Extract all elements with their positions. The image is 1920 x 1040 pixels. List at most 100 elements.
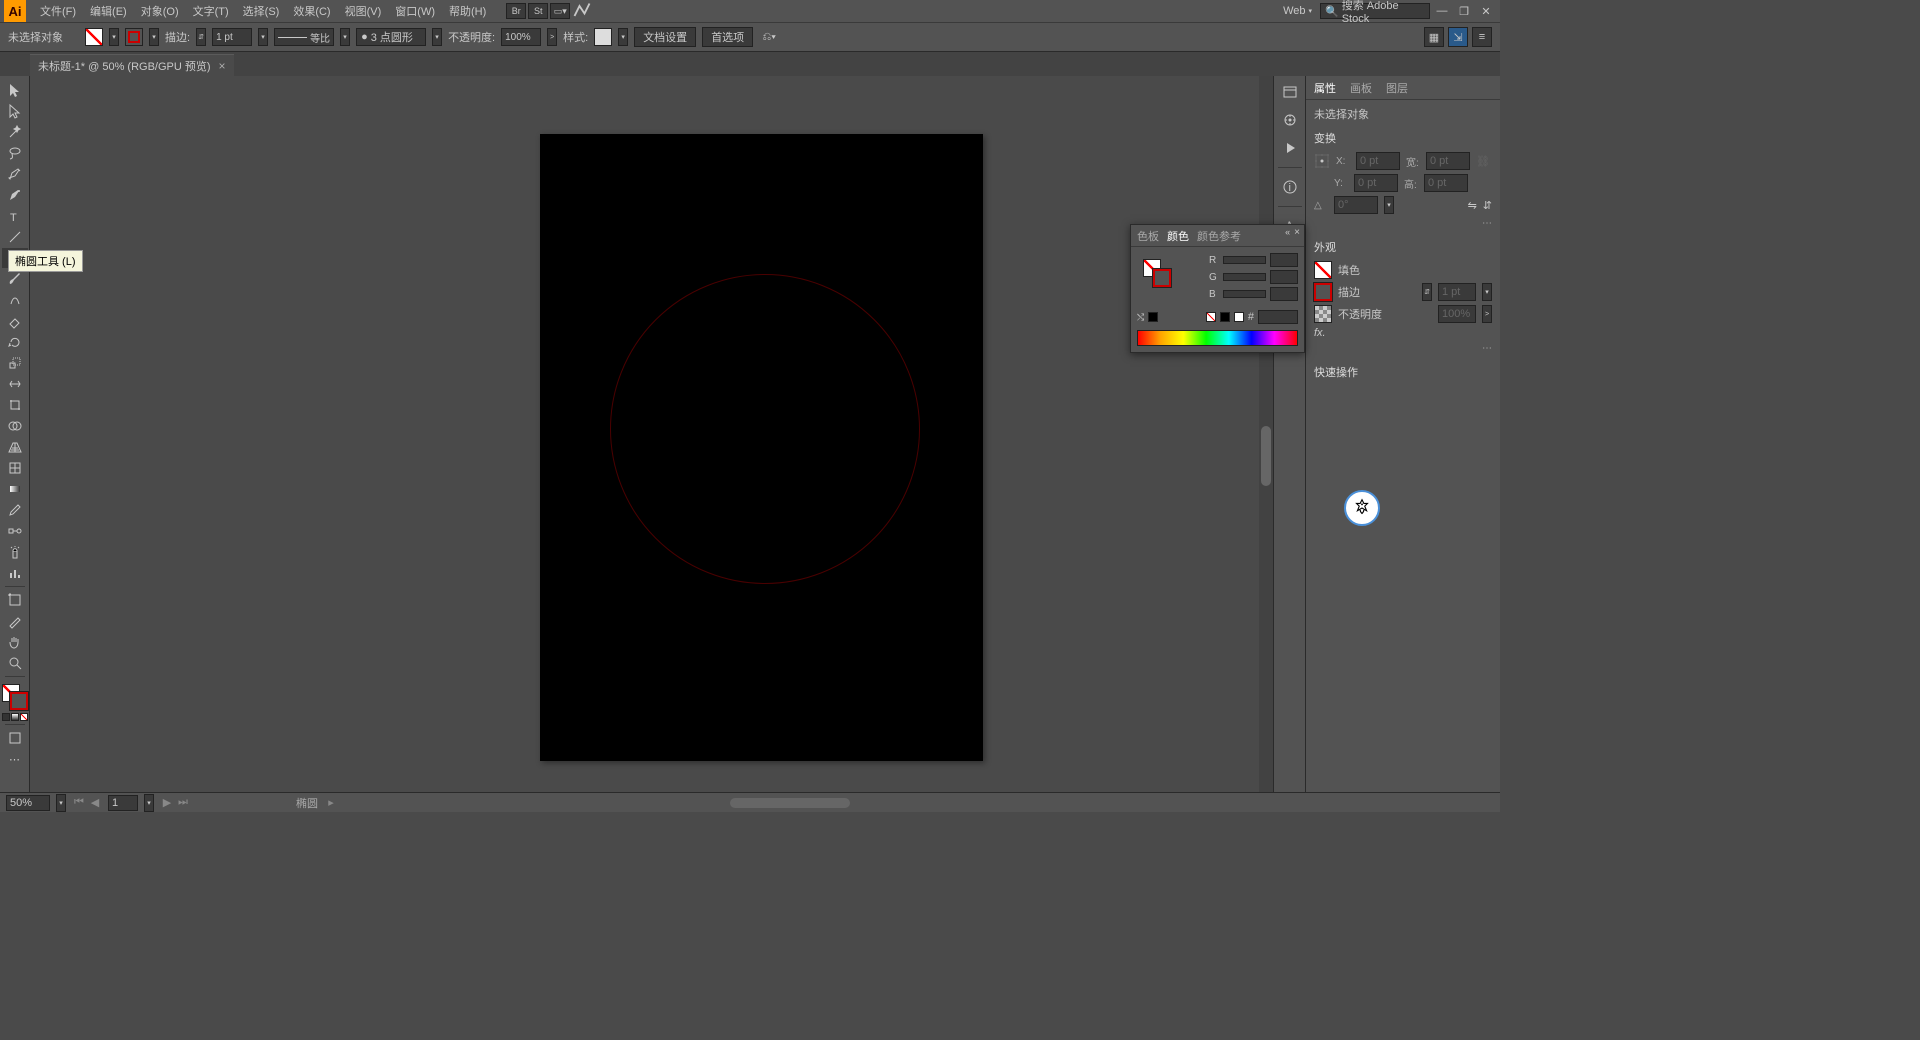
menu-object[interactable]: 对象(O) <box>135 1 185 21</box>
menu-file[interactable]: 文件(F) <box>34 1 82 21</box>
horizontal-scrollbar[interactable] <box>350 798 1300 810</box>
g-slider[interactable] <box>1223 273 1266 281</box>
graphic-style-swatch[interactable] <box>594 28 612 46</box>
tab-artboards[interactable]: 画板 <box>1348 76 1374 100</box>
selection-tool[interactable] <box>2 80 28 100</box>
eyedropper-tool[interactable] <box>2 500 28 520</box>
menu-effect[interactable]: 效果(C) <box>287 1 336 21</box>
properties-panel-icon[interactable] <box>1278 80 1302 104</box>
stroke-swatch[interactable] <box>125 28 143 46</box>
flip-v-icon[interactable]: ⇵ <box>1483 199 1492 212</box>
screen-mode-tool[interactable] <box>2 728 28 748</box>
edit-toolbar-button[interactable]: ⋯ <box>2 749 28 769</box>
transform-more-icon[interactable]: ⋯ <box>1314 218 1492 229</box>
color-mode-solid[interactable] <box>2 713 10 721</box>
prev-artboard-button[interactable]: ◀ <box>88 796 102 810</box>
scale-tool[interactable] <box>2 353 28 373</box>
color-panel-close-icon[interactable]: × <box>1294 227 1300 238</box>
minimize-button[interactable]: — <box>1432 3 1452 19</box>
type-tool[interactable]: T <box>2 206 28 226</box>
slice-tool[interactable] <box>2 611 28 631</box>
artboard-number-input[interactable]: 1 <box>108 795 138 811</box>
opacity-dropdown[interactable]: > <box>547 28 557 46</box>
curvature-tool[interactable] <box>2 185 28 205</box>
direct-selection-tool[interactable] <box>2 101 28 121</box>
cp-none-swatch[interactable] <box>1206 312 1216 322</box>
cp-black2-swatch[interactable] <box>1220 312 1230 322</box>
shaper-tool[interactable] <box>2 290 28 310</box>
gradient-tool[interactable] <box>2 479 28 499</box>
w-input[interactable]: 0 pt <box>1426 152 1470 170</box>
stroke-dropdown[interactable]: ▾ <box>149 28 159 46</box>
maximize-button[interactable]: ❐ <box>1454 3 1474 19</box>
align-icon[interactable]: ⎌▾ <box>759 27 779 47</box>
x-input[interactable]: 0 pt <box>1356 152 1400 170</box>
gpu-icon[interactable] <box>572 3 592 19</box>
color-mode-none[interactable] <box>20 713 28 721</box>
stroke-weight-stepper[interactable]: ⇵ <box>196 28 206 46</box>
info-panel-icon[interactable]: i <box>1278 175 1302 199</box>
tab-close-icon[interactable]: × <box>219 59 226 73</box>
stock-icon[interactable]: St <box>528 3 548 19</box>
free-transform-tool[interactable] <box>2 395 28 415</box>
prop-stroke-swatch[interactable] <box>1314 283 1332 301</box>
reference-point-icon[interactable] <box>1314 153 1330 169</box>
opacity-input[interactable]: 100% <box>501 28 541 46</box>
color-guide-tab[interactable]: 颜色参考 <box>1197 228 1241 244</box>
search-stock-input[interactable]: 🔍搜索 Adobe Stock <box>1320 3 1430 19</box>
blend-tool[interactable] <box>2 521 28 541</box>
stroke-weight-dropdown[interactable]: ▾ <box>258 28 268 46</box>
color-spectrum[interactable] <box>1137 330 1298 346</box>
artboard-dropdown[interactable]: ▾ <box>144 794 154 812</box>
color-panel-collapse-icon[interactable]: « <box>1285 227 1290 238</box>
menu-select[interactable]: 选择(S) <box>237 1 286 21</box>
line-tool[interactable] <box>2 227 28 247</box>
menu-view[interactable]: 视图(V) <box>339 1 388 21</box>
r-value-input[interactable] <box>1270 253 1298 267</box>
close-button[interactable]: ✕ <box>1476 3 1496 19</box>
menu-type[interactable]: 文字(T) <box>187 1 235 21</box>
next-artboard-button[interactable]: ▶ <box>160 796 174 810</box>
cp-swap-icon[interactable]: ⤭ <box>1137 312 1144 323</box>
b-slider[interactable] <box>1223 290 1266 298</box>
stroke-style-dropdown[interactable]: ▾ <box>340 28 350 46</box>
hex-input[interactable] <box>1258 310 1298 324</box>
perspective-grid-tool[interactable] <box>2 437 28 457</box>
column-graph-tool[interactable] <box>2 563 28 583</box>
canvas-area[interactable] <box>30 76 1273 792</box>
fill-dropdown[interactable]: ▾ <box>109 28 119 46</box>
width-tool[interactable] <box>2 374 28 394</box>
brush-profile[interactable]: ●3 点圆形 <box>356 28 426 46</box>
brush-profile-dropdown[interactable]: ▾ <box>432 28 442 46</box>
arrange-icon[interactable]: ▭▾ <box>550 3 570 19</box>
swatches-tab[interactable]: 色板 <box>1137 228 1159 244</box>
snap-pixel-icon[interactable]: ▦ <box>1424 27 1444 47</box>
document-setup-button[interactable]: 文档设置 <box>634 27 696 47</box>
cp-white-swatch[interactable] <box>1234 312 1244 322</box>
angle-dropdown[interactable]: ▾ <box>1384 196 1394 214</box>
appearance-more-icon[interactable]: ⋯ <box>1314 343 1492 354</box>
graphic-style-dropdown[interactable]: ▾ <box>618 28 628 46</box>
panel-menu-icon[interactable]: ≡ <box>1472 27 1492 47</box>
hand-tool[interactable] <box>2 632 28 652</box>
cp-black-swatch[interactable] <box>1148 312 1158 322</box>
rotate-tool[interactable] <box>2 332 28 352</box>
stroke-color-icon[interactable] <box>10 692 28 710</box>
prop-fill-swatch[interactable] <box>1314 261 1332 279</box>
cp-fill-stroke[interactable] <box>1143 259 1171 287</box>
pen-tool[interactable] <box>2 164 28 184</box>
lasso-tool[interactable] <box>2 143 28 163</box>
artboard-tool[interactable] <box>2 590 28 610</box>
stroke-style-preview[interactable]: 等比 <box>274 28 334 46</box>
link-wh-icon[interactable]: ⛓ <box>1476 155 1490 168</box>
vertical-scrollbar-thumb[interactable] <box>1261 426 1271 486</box>
h-input[interactable]: 0 pt <box>1424 174 1468 192</box>
flip-h-icon[interactable]: ⇋ <box>1468 199 1477 212</box>
paintbrush-tool[interactable] <box>2 269 28 289</box>
stroke-weight-input[interactable]: 1 pt <box>212 28 252 46</box>
symbol-sprayer-tool[interactable] <box>2 542 28 562</box>
mesh-tool[interactable] <box>2 458 28 478</box>
eraser-tool[interactable] <box>2 311 28 331</box>
zoom-dropdown[interactable]: ▾ <box>56 794 66 812</box>
b-value-input[interactable] <box>1270 287 1298 301</box>
